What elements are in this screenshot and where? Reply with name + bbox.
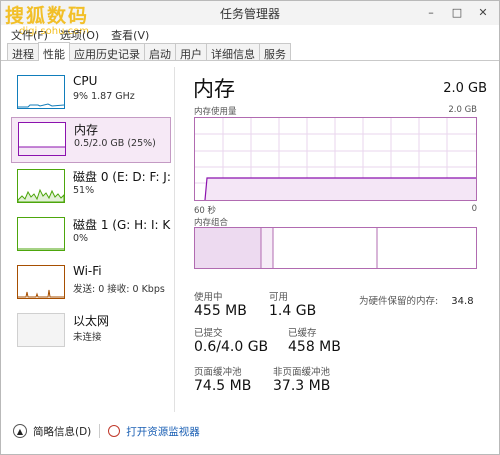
sidebar-item-ethernet[interactable]: 以太网 未连接 bbox=[11, 309, 171, 355]
wifi-thumbnail bbox=[17, 265, 65, 299]
disk-0-thumbnail bbox=[17, 169, 65, 203]
sidebar-item-disk-1[interactable]: 磁盘 1 (G: H: I: K: 0% bbox=[11, 213, 171, 259]
tab-bar: 进程 性能 应用历史记录 启动 用户 详细信息 服务 bbox=[1, 42, 499, 61]
open-resource-monitor-link[interactable]: 打开资源监视器 bbox=[126, 424, 200, 439]
sidebar-item-memory[interactable]: 内存 0.5/2.0 GB (25%) bbox=[11, 117, 171, 163]
memory-panel: 内存 2.0 GB 内存使用量 2.0 GB 60 秒 0 内存组合 使用中 4… bbox=[187, 67, 493, 412]
graph-time-right: 0 bbox=[471, 204, 477, 214]
collapse-chevron-icon[interactable]: ▲ bbox=[13, 424, 27, 438]
graph-time-left: 60 秒 bbox=[194, 206, 217, 216]
sidebar-item-cpu[interactable]: CPU 9% 1.87 GHz bbox=[11, 71, 171, 117]
memory-capacity: 2.0 GB bbox=[443, 81, 487, 96]
disk-1-thumbnail bbox=[17, 217, 65, 251]
stat-available: 可用 1.4 GB bbox=[269, 292, 317, 319]
sidebar-item-value: 未连接 bbox=[73, 332, 102, 343]
task-manager-window: 任务管理器 – □ ✕ 搜狐数码 digi.sohu.com 文件(F) 选项(… bbox=[0, 0, 500, 455]
close-button[interactable]: ✕ bbox=[471, 3, 495, 21]
menu-view[interactable]: 查看(V) bbox=[109, 25, 151, 43]
memory-composition-bar bbox=[194, 227, 477, 269]
sidebar-item-value: 发送: 0 接收: 0 Kbps bbox=[73, 284, 165, 295]
brief-info-link[interactable]: 简略信息(D) bbox=[33, 424, 91, 439]
tab-startup[interactable]: 启动 bbox=[144, 43, 176, 61]
cpu-thumbnail bbox=[17, 75, 65, 109]
sidebar-item-label: Wi-Fi bbox=[73, 264, 102, 278]
menu-file[interactable]: 文件(F) bbox=[9, 25, 50, 43]
stat-paged-pool: 页面缓冲池 74.5 MB bbox=[194, 367, 252, 394]
footer-divider bbox=[99, 424, 101, 438]
tab-performance[interactable]: 性能 bbox=[38, 42, 70, 61]
sidebar-item-label: 磁盘 1 (G: H: I: K: bbox=[73, 218, 171, 232]
sidebar-item-value: 51% bbox=[73, 185, 95, 196]
tab-app-history[interactable]: 应用历史记录 bbox=[69, 43, 145, 61]
tab-services[interactable]: 服务 bbox=[259, 43, 291, 61]
stat-cached: 已缓存 458 MB bbox=[288, 328, 341, 355]
stat-committed: 已提交 0.6/4.0 GB bbox=[194, 328, 269, 355]
memory-thumbnail bbox=[18, 122, 66, 156]
tab-processes[interactable]: 进程 bbox=[7, 43, 39, 61]
panel-title: 内存 bbox=[193, 77, 235, 101]
maximize-button[interactable]: □ bbox=[445, 3, 469, 21]
stat-hardware-reserved: 为硬件保留的内存: 34.8 bbox=[359, 296, 474, 307]
stat-in-use: 使用中 455 MB bbox=[194, 292, 247, 319]
sidebar-item-value: 0% bbox=[73, 233, 89, 244]
stat-non-paged-pool: 非页面缓冲池 37.3 MB bbox=[273, 367, 331, 394]
menu-options[interactable]: 选项(O) bbox=[58, 25, 101, 43]
watermark-logo: 搜狐数码 bbox=[5, 5, 90, 27]
minimize-button[interactable]: – bbox=[419, 3, 443, 21]
footer-bar: ▲ 简略信息(D) 打开资源监视器 bbox=[1, 419, 499, 443]
sidebar-item-label: 以太网 bbox=[73, 314, 110, 328]
sidebar-item-wifi[interactable]: Wi-Fi 发送: 0 接收: 0 Kbps bbox=[11, 261, 171, 307]
performance-sidebar: CPU 9% 1.87 GHz 内存 0.5/2.0 GB (25%) 磁盘 0… bbox=[7, 67, 175, 412]
tab-details[interactable]: 详细信息 bbox=[206, 43, 260, 61]
memory-usage-graph bbox=[194, 117, 477, 201]
sidebar-item-label: 内存 bbox=[74, 123, 99, 137]
sidebar-item-value: 0.5/2.0 GB (25%) bbox=[74, 138, 156, 149]
menu-bar: 文件(F) 选项(O) 查看(V) bbox=[1, 25, 499, 43]
usage-graph-label: 内存使用量 bbox=[194, 107, 237, 117]
ethernet-thumbnail bbox=[17, 313, 65, 347]
sidebar-item-value: 9% 1.87 GHz bbox=[73, 91, 135, 102]
sidebar-item-label: CPU bbox=[73, 74, 98, 88]
tab-users[interactable]: 用户 bbox=[175, 43, 207, 61]
sidebar-item-disk-0[interactable]: 磁盘 0 (E: D: F: J: 51% bbox=[11, 165, 171, 211]
usage-graph-max: 2.0 GB bbox=[448, 105, 477, 115]
resource-monitor-icon bbox=[108, 425, 121, 437]
sidebar-item-label: 磁盘 0 (E: D: F: J: bbox=[73, 170, 171, 184]
